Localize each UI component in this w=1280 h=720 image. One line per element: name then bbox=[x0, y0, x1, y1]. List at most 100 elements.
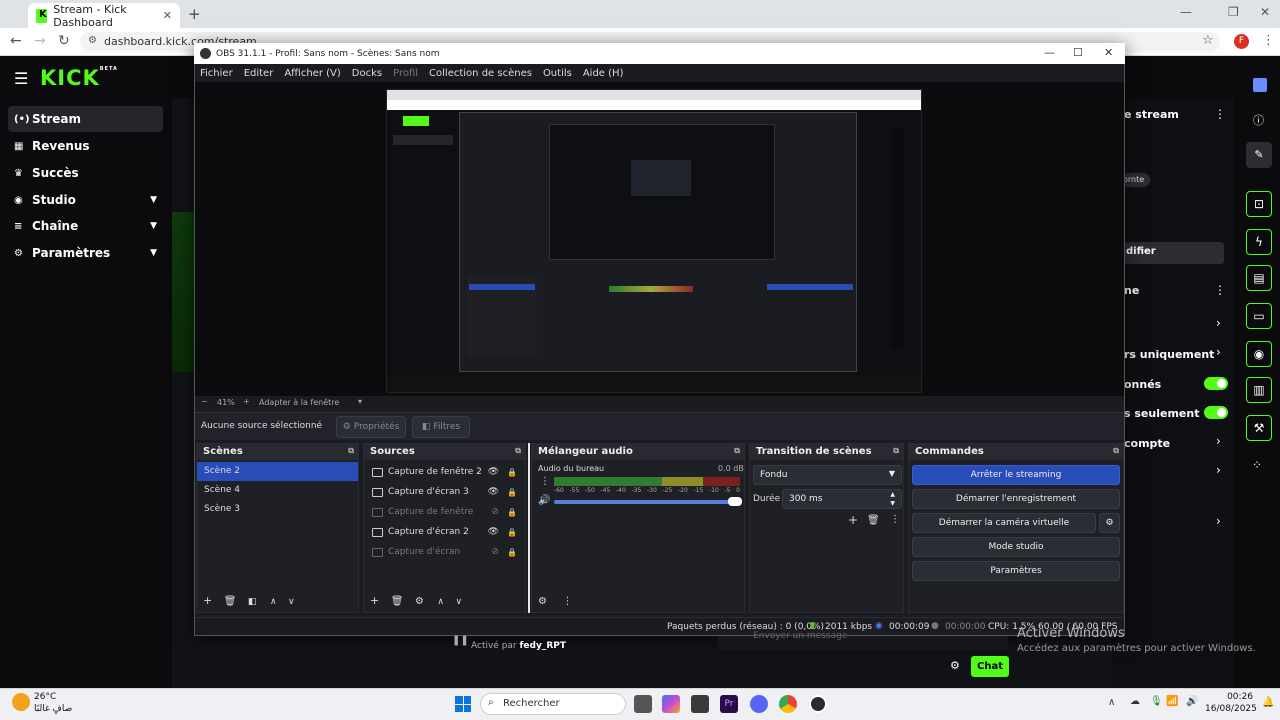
weather-sun-icon[interactable] bbox=[12, 693, 30, 711]
sidebar-item-parametres[interactable]: ⚙ Paramètres ▼ bbox=[8, 240, 163, 266]
spin-arrows-icon[interactable]: ▲ ▼ bbox=[890, 490, 895, 508]
filters-button[interactable]: ◧ Filtres bbox=[412, 416, 470, 438]
properties-button[interactable]: ⚙ Propriétés bbox=[336, 416, 406, 438]
source-item[interactable]: Capture d'écran 2 👁 🔒 bbox=[364, 522, 525, 542]
browser-menu-icon[interactable]: ⋮ bbox=[1262, 33, 1275, 48]
lock-icon[interactable]: 🔒 bbox=[507, 508, 517, 517]
menu-docks[interactable]: Docks bbox=[352, 68, 382, 79]
copilot-icon[interactable] bbox=[662, 695, 680, 713]
apps-dots-icon[interactable]: ⁘ bbox=[1252, 458, 1262, 472]
volume-slider[interactable] bbox=[554, 500, 740, 504]
trash-icon[interactable]: 🗑 bbox=[391, 596, 404, 607]
document-icon[interactable]: ▤ bbox=[1246, 265, 1272, 291]
gear-icon[interactable]: ⚙ bbox=[415, 596, 424, 607]
arrow-down-icon[interactable]: ∨ bbox=[288, 597, 295, 607]
volume-icon[interactable]: 🔊 bbox=[1186, 696, 1198, 707]
scan-icon[interactable]: ⊡ bbox=[1246, 191, 1272, 217]
menu-fichier[interactable]: Fichier bbox=[200, 68, 233, 79]
menu-profil[interactable]: Profil bbox=[393, 68, 418, 79]
arrow-down-icon[interactable]: ∨ bbox=[455, 597, 462, 607]
taskbar-time[interactable]: 00:26 bbox=[1215, 692, 1253, 702]
zoom-in-button[interactable]: + bbox=[243, 397, 250, 406]
chat-input-box[interactable]: Envoyer un message bbox=[718, 631, 1008, 650]
start-recording-button[interactable]: Démarrer l'enregistrement bbox=[912, 489, 1120, 509]
site-settings-icon[interactable]: ⚙ bbox=[88, 35, 97, 46]
taskbar-search[interactable]: Rechercher bbox=[480, 693, 626, 715]
eye-icon[interactable]: 👁 bbox=[488, 487, 499, 497]
more-options-icon[interactable]: ⋮ bbox=[1214, 107, 1226, 121]
followers-toggle[interactable] bbox=[1204, 377, 1228, 390]
transition-select[interactable]: Fondu ▼ bbox=[753, 465, 902, 485]
scene-item[interactable]: Scène 3 bbox=[197, 500, 358, 519]
obs-close-icon[interactable]: ✕ bbox=[1104, 46, 1113, 59]
reload-icon[interactable]: ↻ bbox=[58, 33, 70, 49]
only-toggle[interactable] bbox=[1204, 406, 1228, 419]
lock-icon[interactable]: 🔒 bbox=[507, 528, 517, 537]
speaker-icon[interactable]: 🔊 bbox=[538, 495, 550, 506]
stop-streaming-button[interactable]: Arrêter le streaming bbox=[912, 465, 1120, 485]
obs-taskbar-icon[interactable] bbox=[809, 695, 827, 713]
chat-send-button[interactable]: Chat bbox=[971, 656, 1009, 677]
virtual-camera-gear-icon[interactable]: ⚙ bbox=[1099, 513, 1120, 533]
browser-tab[interactable]: Stream - Kick Dashboard ✕ bbox=[28, 3, 180, 29]
new-tab-button[interactable]: + bbox=[188, 5, 201, 23]
chat-bubble-icon[interactable]: ▭ bbox=[1246, 303, 1272, 329]
zoom-out-button[interactable]: − bbox=[201, 397, 208, 406]
obs-maximize-icon[interactable]: ☐ bbox=[1073, 46, 1083, 59]
chevron-down-icon[interactable]: ▼ bbox=[150, 221, 157, 231]
dock-float-icon[interactable]: ⧉ bbox=[734, 446, 740, 456]
menu-afficher[interactable]: Afficher (V) bbox=[284, 68, 340, 79]
add-icon[interactable]: + bbox=[848, 513, 858, 527]
chevron-down-icon[interactable]: ▼ bbox=[150, 195, 157, 205]
source-item[interactable]: Capture de fenêtre 2 👁 🔒 bbox=[364, 462, 525, 482]
dock-splitter[interactable] bbox=[528, 443, 530, 613]
chevron-right-icon[interactable]: › bbox=[1216, 463, 1221, 477]
dock-float-icon[interactable]: ⧉ bbox=[515, 446, 521, 456]
menu-collection[interactable]: Collection de scènes bbox=[429, 68, 532, 79]
microphone-icon[interactable]: 🎙 bbox=[1150, 696, 1163, 707]
mixer-more-icon[interactable]: ⋮ bbox=[562, 596, 572, 607]
network-icon[interactable]: 📶 bbox=[1166, 696, 1178, 707]
duration-spinbox[interactable]: 300 ms ▲ ▼ bbox=[782, 489, 902, 509]
chevron-right-icon[interactable]: › bbox=[1216, 316, 1221, 330]
taskbar-date[interactable]: 16/08/2025 bbox=[1205, 704, 1257, 714]
wrench-icon[interactable]: ⚒ bbox=[1246, 415, 1272, 441]
chevron-down-icon[interactable]: ▼ bbox=[150, 248, 157, 258]
info-icon[interactable]: ⓘ bbox=[1253, 112, 1264, 128]
sidebar-item-succes[interactable]: ♛ Succès bbox=[8, 160, 163, 186]
sidebar-item-stream[interactable]: (•) Stream bbox=[8, 106, 163, 132]
pause-icon[interactable]: ❚❚ bbox=[452, 635, 469, 646]
arrow-up-icon[interactable]: ∧ bbox=[270, 597, 277, 607]
chevron-right-icon[interactable]: › bbox=[1216, 345, 1221, 359]
sidebar-item-revenus[interactable]: ▦ Revenus bbox=[8, 133, 163, 159]
sidebar-item-studio[interactable]: ◉ Studio ▼ bbox=[8, 187, 163, 213]
eye-icon[interactable]: 👁 bbox=[488, 527, 499, 537]
terminal-icon[interactable] bbox=[691, 695, 709, 713]
mixer-menu-icon[interactable]: ⋮ bbox=[540, 476, 550, 487]
more-options-icon[interactable]: ⋮ bbox=[890, 514, 900, 525]
source-item[interactable]: Capture d'écran ⊘ 🔒 bbox=[364, 542, 525, 562]
tray-chevron-up-icon[interactable]: ∧ bbox=[1108, 697, 1115, 708]
add-icon[interactable]: + bbox=[203, 594, 212, 607]
lock-icon[interactable]: 🔒 bbox=[507, 488, 517, 497]
browser-close-icon[interactable]: ✕ bbox=[1260, 5, 1270, 19]
eye-icon[interactable]: 👁 bbox=[488, 467, 499, 477]
source-item[interactable]: Capture de fenêtre ⊘ 🔒 bbox=[364, 502, 525, 522]
hamburger-menu-icon[interactable]: ☰ bbox=[14, 69, 28, 88]
cloud-sync-icon[interactable]: ☁ bbox=[1130, 696, 1140, 707]
menu-editer[interactable]: Editer bbox=[244, 68, 274, 79]
modify-button[interactable]: difier bbox=[1112, 242, 1224, 264]
profile-avatar[interactable]: F bbox=[1234, 34, 1249, 49]
browser-maximize-icon[interactable]: ❐ bbox=[1228, 5, 1239, 19]
zoom-dropdown-icon[interactable]: ▾ bbox=[358, 397, 362, 406]
chevron-right-icon[interactable]: › bbox=[1216, 514, 1221, 528]
extension-icon[interactable] bbox=[1253, 78, 1267, 92]
edit-pencil-icon[interactable]: ✎ bbox=[1246, 142, 1272, 168]
trash-icon[interactable]: 🗑 bbox=[867, 515, 880, 526]
lightning-icon[interactable]: ϟ bbox=[1246, 229, 1272, 255]
filter-icon[interactable]: ◧ bbox=[248, 597, 257, 607]
premiere-icon[interactable]: Pr bbox=[720, 695, 738, 713]
task-view-icon[interactable] bbox=[634, 695, 652, 713]
arrow-up-icon[interactable]: ∧ bbox=[437, 597, 444, 607]
more-options-icon[interactable]: ⋮ bbox=[1214, 283, 1226, 297]
